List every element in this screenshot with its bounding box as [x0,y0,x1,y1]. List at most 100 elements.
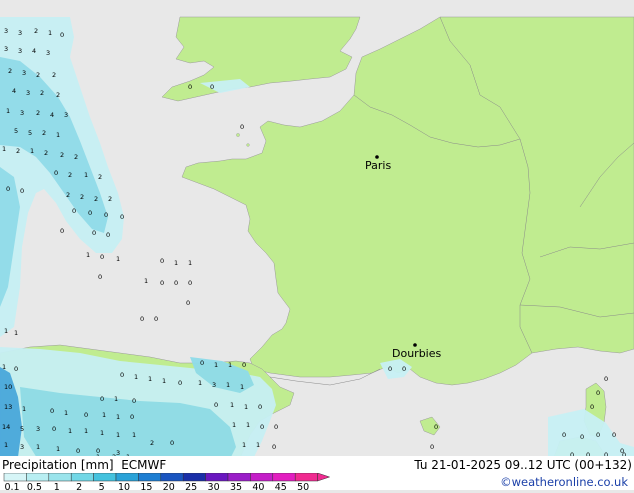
svg-text:1: 1 [84,427,88,435]
scale-segment [93,473,117,482]
svg-text:1: 1 [148,375,152,383]
svg-text:0: 0 [430,443,434,451]
svg-text:0: 0 [72,207,76,215]
svg-text:2: 2 [16,147,20,155]
svg-text:0: 0 [140,315,144,323]
svg-text:0: 0 [120,213,124,221]
svg-text:0: 0 [178,379,182,387]
legend-title: Precipitation [mm] ECMWF [2,458,166,472]
svg-text:0: 0 [580,433,584,441]
copyright-link[interactable]: ©weatheronline.co.uk [500,475,628,489]
svg-text:2: 2 [80,193,84,201]
svg-text:2: 2 [34,27,38,35]
scale-label: 40 [252,482,265,493]
svg-text:0: 0 [612,431,616,439]
svg-text:3: 3 [4,27,8,35]
svg-text:2: 2 [56,91,60,99]
city-label-paris: Paris [365,159,391,172]
svg-text:3: 3 [64,111,68,119]
svg-text:3: 3 [20,443,24,451]
svg-text:1: 1 [132,431,136,439]
svg-text:1: 1 [188,259,192,267]
svg-text:0: 0 [154,315,158,323]
scale-label: 50 [297,482,310,493]
svg-text:1: 1 [56,131,60,139]
svg-text:1: 1 [214,361,218,369]
svg-text:2: 2 [108,195,112,203]
svg-text:0: 0 [596,431,600,439]
svg-text:2: 2 [44,149,48,157]
svg-text:1: 1 [162,377,166,385]
svg-text:1: 1 [134,373,138,381]
svg-text:1: 1 [242,441,246,449]
weather-map: 33210 3343 2322 4322 13243 5521 121222 0… [0,16,634,474]
svg-text:0: 0 [120,371,124,379]
svg-text:3: 3 [20,109,24,117]
svg-text:0: 0 [6,185,10,193]
scale-segment [160,473,184,482]
svg-text:0: 0 [272,443,276,451]
svg-text:1: 1 [64,409,68,417]
svg-text:3: 3 [18,29,22,37]
svg-text:2: 2 [60,151,64,159]
svg-text:1: 1 [36,443,40,451]
svg-text:1: 1 [4,441,8,449]
svg-text:1: 1 [246,421,250,429]
svg-text:0: 0 [240,123,244,131]
scale-label: 1 [53,482,60,493]
svg-text:2: 2 [52,71,56,79]
svg-text:0: 0 [84,411,88,419]
svg-text:0: 0 [132,397,136,405]
svg-text:0: 0 [130,413,134,421]
svg-text:10: 10 [4,383,12,391]
scale-label: 0.1 [4,482,20,493]
svg-text:3: 3 [26,89,30,97]
svg-text:4: 4 [50,111,54,119]
svg-text:0: 0 [186,299,190,307]
svg-text:0: 0 [76,447,80,455]
svg-text:1: 1 [4,327,8,335]
svg-text:1: 1 [56,445,60,453]
svg-text:2: 2 [68,171,72,179]
svg-text:2: 2 [74,153,78,161]
scale-label: 0.5 [26,482,42,493]
scale-segment [205,473,229,482]
svg-text:2: 2 [8,67,12,75]
svg-text:1: 1 [230,401,234,409]
svg-text:1: 1 [86,251,90,259]
svg-text:14: 14 [2,423,10,431]
svg-text:2: 2 [40,89,44,97]
svg-text:1: 1 [102,411,106,419]
valid-time: Tu 21-01-2025 09..12 UTC (00+132) [414,458,632,472]
svg-text:0: 0 [188,83,192,91]
svg-text:1: 1 [6,107,10,115]
svg-text:0: 0 [402,365,406,373]
svg-text:1: 1 [144,277,148,285]
scale-segment [272,473,296,482]
city-label-dourbies: Dourbies [392,347,442,360]
scale-label: 5 [98,482,105,493]
svg-text:0: 0 [258,403,262,411]
svg-text:2: 2 [150,439,154,447]
scale-label: 2 [76,482,83,493]
scale-segment [182,473,206,482]
svg-text:1: 1 [100,429,104,437]
svg-text:1: 1 [22,405,26,413]
scale-label: 10 [117,482,131,493]
svg-text:0: 0 [214,401,218,409]
svg-text:2: 2 [42,129,46,137]
svg-text:1: 1 [116,255,120,263]
svg-text:5: 5 [20,425,24,433]
svg-text:0: 0 [14,365,18,373]
svg-text:1: 1 [68,427,72,435]
scale-label: 35 [229,482,243,493]
svg-text:3: 3 [4,45,8,53]
svg-text:0: 0 [242,361,246,369]
svg-text:0: 0 [88,209,92,217]
svg-text:0: 0 [388,365,392,373]
svg-text:0: 0 [590,403,594,411]
svg-text:1: 1 [228,361,232,369]
scale-segment [70,473,94,482]
svg-text:1: 1 [2,145,6,153]
svg-text:3: 3 [22,69,26,77]
